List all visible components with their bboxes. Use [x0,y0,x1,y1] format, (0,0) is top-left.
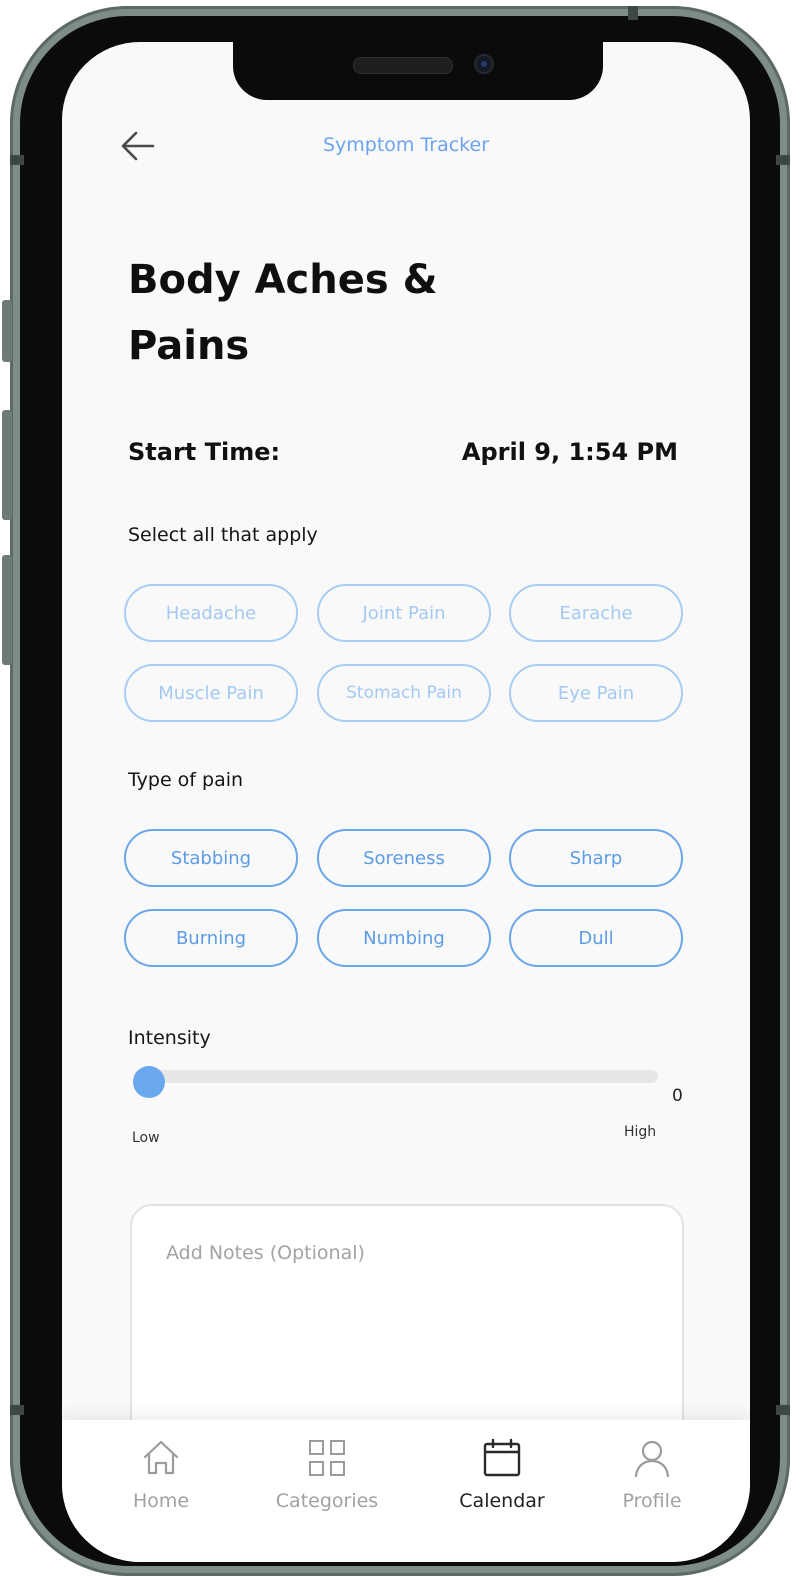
speaker-grille [353,57,453,74]
chip-stabbing[interactable]: Stabbing [124,829,298,887]
tab-categories[interactable]: Categories [257,1438,397,1538]
antenna-line [10,155,24,165]
pain-location-label: Select all that apply [128,524,318,546]
app-screen: Symptom Tracker Body Aches & Pains Start… [62,42,750,1562]
tab-calendar[interactable]: Calendar [432,1438,572,1538]
antenna-line [776,1405,790,1415]
start-time-label: Start Time: [128,438,281,466]
antenna-line [628,6,638,20]
volume-up-button [2,410,12,520]
start-time-value[interactable]: April 9, 1:54 PM [462,438,678,466]
intensity-label: Intensity [128,1027,211,1049]
intensity-slider-track[interactable] [134,1070,658,1083]
antenna-line [10,1405,24,1415]
chip-joint-pain[interactable]: Joint Pain [317,584,491,642]
chip-dull[interactable]: Dull [509,909,683,967]
chip-earache[interactable]: Earache [509,584,683,642]
chip-sharp[interactable]: Sharp [509,829,683,887]
tab-profile-label: Profile [622,1490,682,1512]
intensity-slider-thumb[interactable] [133,1066,165,1098]
antenna-line [776,155,790,165]
chip-numbing[interactable]: Numbing [317,909,491,967]
user-icon [634,1440,670,1478]
intensity-low-label: Low [132,1130,160,1146]
notch [233,42,603,100]
chip-burning[interactable]: Burning [124,909,298,967]
volume-down-button [2,555,12,665]
front-camera [474,54,494,74]
tab-categories-label: Categories [275,1490,379,1512]
intensity-value: 0 [672,1086,683,1106]
mute-switch [2,300,12,362]
chip-soreness[interactable]: Soreness [317,829,491,887]
tab-home[interactable]: Home [91,1438,231,1538]
chip-headache[interactable]: Headache [124,584,298,642]
chip-eye-pain[interactable]: Eye Pain [509,664,683,722]
calendar-icon [483,1438,521,1477]
home-icon [143,1440,179,1475]
chip-stomach-pain[interactable]: Stomach Pain [317,664,491,722]
grid-icon [309,1440,345,1476]
chip-muscle-pain[interactable]: Muscle Pain [124,664,298,722]
tab-calendar-label: Calendar [459,1490,545,1512]
bottom-tab-bar: Home Categories Calendar Profile [62,1420,750,1562]
tab-profile[interactable]: Profile [582,1438,722,1538]
pain-type-label: Type of pain [128,769,244,791]
tab-home-label: Home [132,1490,190,1512]
intensity-high-label: High [624,1124,657,1140]
header-title: Symptom Tracker [322,134,490,156]
page-title: Body Aches & Pains [128,257,438,369]
